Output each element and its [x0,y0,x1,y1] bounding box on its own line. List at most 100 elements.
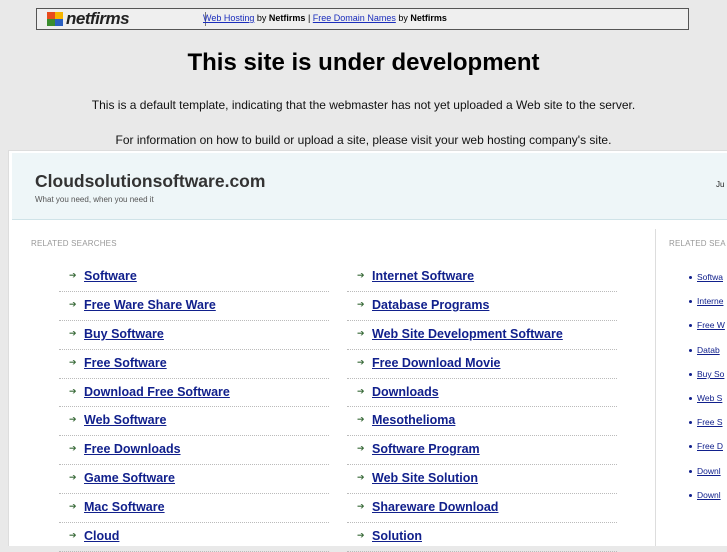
related-search-link-right[interactable]: Downl [697,466,721,476]
related-search-link-right[interactable]: Interne [697,296,723,306]
related-search-item[interactable]: ➔ Free Download Movie [347,350,617,379]
related-search-item[interactable]: ➔ Internet Software [347,263,617,292]
related-search-item-right[interactable]: Free S [685,414,727,438]
related-search-item-right[interactable]: Downl [685,463,727,487]
page-title: This site is under development [187,49,540,76]
related-search-item-right[interactable]: Free W [685,317,727,341]
related-links-left-column: ➔ Software ➔ Free Ware Share Ware ➔ Buy Softw… [59,263,329,552]
header-right-text: Ju [716,180,725,189]
related-search-link[interactable]: Buy Software [84,327,164,341]
related-search-link[interactable]: Software Program [372,442,480,456]
bullet-icon [689,324,692,328]
related-search-item[interactable]: ➔ Game Software [59,465,329,495]
related-search-item[interactable]: ➔ Free Downloads [59,436,329,466]
related-search-item-right[interactable]: Softwa [685,269,727,293]
related-search-link[interactable]: Web Site Solution [372,471,478,485]
related-search-item[interactable]: ➔ Mac Software [59,494,329,524]
related-search-link[interactable]: Downloads [372,385,439,399]
related-search-item[interactable]: ➔ Cloud [59,523,329,552]
related-search-link[interactable]: Software [84,269,137,283]
related-search-item[interactable]: ➔ Software [59,263,329,292]
arrow-right-icon: ➔ [69,443,77,454]
arrow-right-icon: ➔ [69,530,77,541]
related-search-item[interactable]: ➔ Web Site Solution [347,465,617,495]
bullet-icon [689,445,692,449]
related-search-item[interactable]: ➔ Software Program [347,436,617,466]
hosting-info-notice: For information on how to build or uploa… [115,133,612,147]
arrow-right-icon: ➔ [69,298,77,309]
related-search-link[interactable]: Free Software [84,356,167,370]
free-domain-names-link[interactable]: Free Domain Names [313,13,396,23]
column-divider [655,229,656,546]
related-search-link[interactable]: Mesothelioma [372,413,455,427]
related-search-link[interactable]: Free Download Movie [372,356,501,370]
related-search-item[interactable]: ➔ Solution [347,523,617,552]
related-search-item[interactable]: ➔ Database Programs [347,292,617,321]
related-search-link[interactable]: Mac Software [84,500,165,514]
related-search-link-right[interactable]: Softwa [697,272,723,282]
related-search-link[interactable]: Web Software [84,413,166,427]
related-search-item-right[interactable]: Downl [685,487,727,511]
related-search-item-right[interactable]: Web S [685,390,727,414]
related-search-link-right[interactable]: Web S [697,393,722,403]
related-search-item[interactable]: ➔ Shareware Download [347,494,617,524]
bullet-icon [689,469,692,473]
netfirms-brand-text: Netfirms [410,13,447,23]
related-search-link-right[interactable]: Buy So [697,369,724,379]
arrow-right-icon: ➔ [69,472,77,483]
related-search-link[interactable]: Free Ware Share Ware [84,298,216,312]
bullet-icon [689,421,692,425]
related-search-link[interactable]: Download Free Software [84,385,230,399]
bullet-icon [689,300,692,304]
arrow-right-icon: ➔ [357,530,365,541]
related-searches-heading-right: RELATED SEA [669,239,726,248]
bullet-icon [689,493,692,497]
related-search-link[interactable]: Web Site Development Software [372,327,563,341]
related-search-link-right[interactable]: Downl [697,490,721,500]
related-search-link[interactable]: Free Downloads [84,442,181,456]
related-search-item[interactable]: ➔ Buy Software [59,321,329,350]
bullet-icon [689,372,692,376]
arrow-right-icon: ➔ [69,414,77,425]
web-hosting-link[interactable]: Web Hosting [203,13,254,23]
related-search-item-right[interactable]: Free D [685,438,727,462]
bullet-icon [689,348,692,352]
netfirms-logo[interactable]: netfirms [47,9,130,28]
related-search-link-right[interactable]: Free W [697,320,725,330]
by-text: by [256,13,267,23]
arrow-right-icon: ➔ [69,327,77,338]
related-searches-heading: RELATED SEARCHES [31,239,117,248]
related-search-link[interactable]: Shareware Download [372,500,498,514]
related-links-middle-column: ➔ Internet Software ➔ Database Programs ➔ Web… [347,263,617,552]
related-search-link-right[interactable]: Free D [697,441,723,451]
related-search-link-right[interactable]: Datab [697,345,720,355]
related-search-link[interactable]: Solution [372,529,422,543]
related-search-link[interactable]: Internet Software [372,269,474,283]
arrow-right-icon: ➔ [357,356,365,367]
related-search-item[interactable]: ➔ Download Free Software [59,379,329,408]
related-search-item[interactable]: ➔ Free Software [59,350,329,379]
related-search-item[interactable]: ➔ Downloads [347,379,617,408]
related-search-link[interactable]: Database Programs [372,298,489,312]
netfirms-banner: netfirms Web Hosting by Netfirms | Free … [36,8,689,30]
netfirms-brand-text: Netfirms [268,13,306,23]
related-search-link[interactable]: Game Software [84,471,175,485]
related-search-item[interactable]: ➔ Free Ware Share Ware [59,292,329,321]
related-search-item[interactable]: ➔ Mesothelioma [347,407,617,437]
related-search-item[interactable]: ➔ Web Site Development Software [347,321,617,350]
related-links-right-column: Softwa Interne Free W Datab Buy So Web S Free … [685,269,727,511]
site-name[interactable]: Cloudsolutionsoftware.com [35,171,265,192]
by-text: by [398,13,408,23]
arrow-right-icon: ➔ [69,356,77,367]
bullet-icon [689,276,692,279]
related-search-link[interactable]: Cloud [84,529,119,543]
related-search-item-right[interactable]: Buy So [685,366,727,390]
related-search-item-right[interactable]: Datab [685,342,727,366]
related-search-link-right[interactable]: Free S [697,417,723,427]
related-search-item[interactable]: ➔ Web Software [59,407,329,437]
arrow-right-icon: ➔ [357,270,365,280]
netfirms-flag-icon [47,12,63,26]
related-search-item-right[interactable]: Interne [685,293,727,317]
parked-domain-frame: Cloudsolutionsoftware.com What you need,… [8,150,727,552]
link-separator: | [307,13,311,23]
